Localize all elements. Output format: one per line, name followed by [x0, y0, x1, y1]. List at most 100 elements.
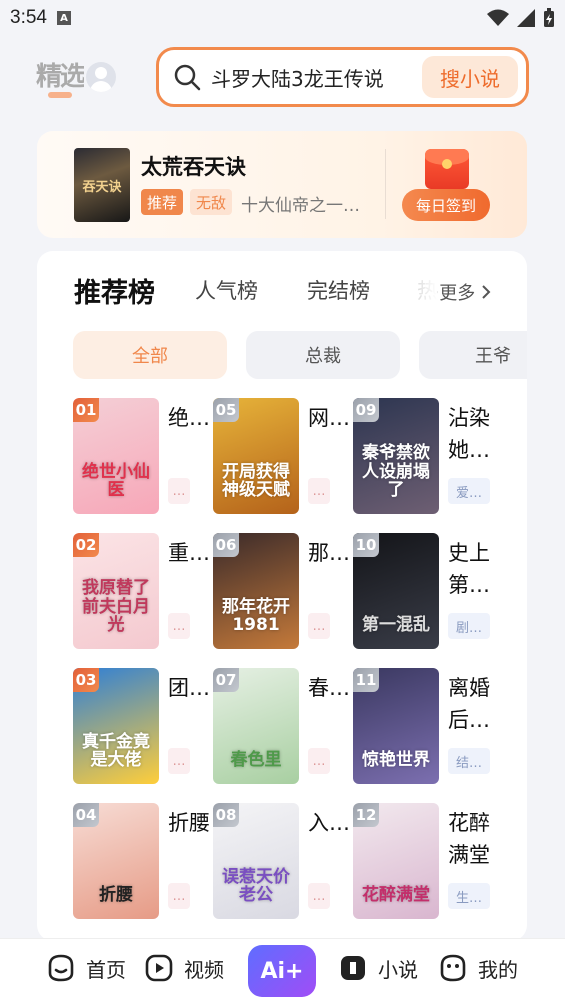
book-title[interactable]: 史上第…	[448, 537, 494, 601]
nav-novel-label: 小说	[378, 957, 418, 982]
search-bar[interactable]: 斗罗大陆3龙王传说 搜小说	[156, 47, 529, 107]
tab-indicator	[48, 92, 72, 98]
cover-title: 那年花开1981	[222, 596, 290, 636]
book-cover[interactable]: 11 惊艳世界	[353, 668, 439, 784]
avatar[interactable]	[86, 62, 116, 92]
book-cover[interactable]: 01 绝世小仙医	[73, 398, 159, 514]
book-item[interactable]: 10 第一混乱 史上第… 剧…	[353, 533, 493, 653]
book-tag: …	[168, 748, 190, 774]
ai-button[interactable]: Ai+	[248, 945, 316, 997]
book-tag: …	[308, 613, 330, 639]
cover-title: 开局获得神级天赋	[222, 461, 290, 501]
cover-title: 秦爷禁欲人设崩塌了	[362, 442, 430, 501]
sim-icon: A	[56, 11, 71, 25]
book-cover[interactable]: 10 第一混乱	[353, 533, 439, 649]
book-title[interactable]: 折腰	[168, 807, 214, 871]
book-item[interactable]: 09 秦爷禁欲人设崩塌了 沾染她… 爱…	[353, 398, 493, 518]
chip-ceo[interactable]: 总裁	[246, 331, 400, 379]
book-tag: 剧…	[448, 613, 490, 639]
book-cover[interactable]: 05 开局获得神级天赋	[213, 398, 299, 514]
category-chips: 全部 总裁 王爷	[73, 331, 527, 379]
book-tag: 生…	[448, 883, 490, 909]
ranking-tabs: 推荐榜 人气榜 完结榜 热 更多	[37, 271, 527, 311]
status-icons	[487, 8, 555, 28]
tab-recommend-rank[interactable]: 推荐榜	[74, 271, 155, 310]
book-item[interactable]: 03 真千金竟是大佬 团… …	[73, 668, 213, 788]
cover-title: 第一混乱	[362, 615, 430, 636]
cover-title: 春色里	[230, 750, 282, 771]
book-cover[interactable]: 06 那年花开1981	[213, 533, 299, 649]
nav-novel[interactable]: 小说	[338, 953, 418, 983]
book-title[interactable]: 网…	[308, 402, 354, 466]
rank-number: 05	[213, 398, 239, 422]
status-bar: 3:54 A	[0, 0, 565, 36]
book-item[interactable]: 12 花醉满堂 花醉满堂 生…	[353, 803, 493, 923]
featured-book-cover[interactable]: 吞天诀	[74, 148, 130, 222]
chip-prince[interactable]: 王爷	[419, 331, 527, 379]
tab-featured[interactable]: 精选	[36, 56, 84, 93]
book-title[interactable]: 入…	[308, 807, 354, 871]
book-cover[interactable]: 02 我原替了前夫白月光	[73, 533, 159, 649]
more-link[interactable]: 更多	[439, 279, 491, 305]
rank-number: 08	[213, 803, 239, 827]
book-tag: 结…	[448, 748, 490, 774]
tab-popular-rank[interactable]: 人气榜	[195, 275, 258, 305]
book-tag: …	[168, 478, 190, 504]
book-title[interactable]: 绝…	[168, 402, 214, 466]
book-title[interactable]: 春…	[308, 672, 354, 736]
video-icon	[145, 954, 173, 982]
book-cover[interactable]: 03 真千金竟是大佬	[73, 668, 159, 784]
book-title[interactable]: 团…	[168, 672, 214, 736]
wifi-icon	[487, 9, 509, 26]
nav-me[interactable]: 我的	[438, 953, 518, 983]
book-title[interactable]: 离婚后…	[448, 672, 494, 736]
book-cover[interactable]: 07 春色里	[213, 668, 299, 784]
book-cover[interactable]: 12 花醉满堂	[353, 803, 439, 919]
book-item[interactable]: 04 折腰 折腰…	[73, 803, 213, 923]
chip-all[interactable]: 全部	[73, 331, 227, 379]
home-icon	[48, 954, 74, 982]
book-tag: 爱…	[448, 478, 490, 504]
book-tag: …	[308, 883, 330, 909]
book-item[interactable]: 08 误惹天价老公 入… …	[213, 803, 353, 923]
rank-number: 09	[353, 398, 379, 422]
cover-title: 我原替了前夫白月光	[82, 577, 150, 636]
book-cover[interactable]: 04 折腰	[73, 803, 159, 919]
book-item[interactable]: 01 绝世小仙医 绝… …	[73, 398, 213, 518]
book-item[interactable]: 07 春色里 春… …	[213, 668, 353, 788]
search-input[interactable]: 斗罗大陆3龙王传说	[211, 63, 416, 92]
cover-title: 花醉满堂	[362, 885, 430, 906]
status-time: 3:54	[10, 7, 47, 28]
search-icon	[174, 64, 201, 91]
book-item[interactable]: 11 惊艳世界 离婚后… 结…	[353, 668, 493, 788]
book-title[interactable]: 那…	[308, 537, 354, 601]
rank-number: 10	[353, 533, 379, 557]
top-header: 精选 斗罗大陆3龙王传说 搜小说	[0, 44, 565, 114]
red-envelope-icon[interactable]	[425, 149, 469, 189]
bottom-nav: 首页 视频 Ai+ 小说 我的	[0, 938, 565, 1004]
book-item[interactable]: 02 我原替了前夫白月光 重……	[73, 533, 213, 653]
search-button[interactable]: 搜小说	[422, 56, 518, 98]
tab-finished-rank[interactable]: 完结榜	[307, 275, 370, 305]
rank-number: 02	[73, 533, 99, 557]
daily-signin-button[interactable]: 每日签到	[402, 189, 490, 221]
book-title[interactable]: 重…	[168, 537, 214, 601]
book-cover[interactable]: 08 误惹天价老公	[213, 803, 299, 919]
chevron-right-icon	[482, 285, 491, 299]
book-tag: …	[308, 748, 330, 774]
featured-book-card[interactable]: 吞天诀 太荒吞天诀 推荐 无敌 十大仙帝之一… 每日签到	[37, 131, 527, 238]
book-title[interactable]: 沾染她…	[448, 402, 494, 466]
book-item[interactable]: 06 那年花开1981 那… …	[213, 533, 353, 653]
featured-book-title[interactable]: 太荒吞天诀	[141, 151, 246, 181]
nav-me-label: 我的	[478, 957, 518, 982]
book-title[interactable]: 花醉满堂	[448, 807, 494, 871]
cover-title: 真千金竟是大佬	[82, 731, 150, 771]
battery-icon	[544, 8, 554, 27]
nav-video[interactable]: 视频	[144, 953, 224, 983]
book-icon	[341, 956, 365, 980]
nav-home[interactable]: 首页	[46, 953, 126, 983]
tabs-fade	[397, 271, 437, 311]
book-cover[interactable]: 09 秦爷禁欲人设崩塌了	[353, 398, 439, 514]
more-label: 更多	[439, 283, 476, 304]
book-item[interactable]: 05 开局获得神级天赋 网……	[213, 398, 353, 518]
